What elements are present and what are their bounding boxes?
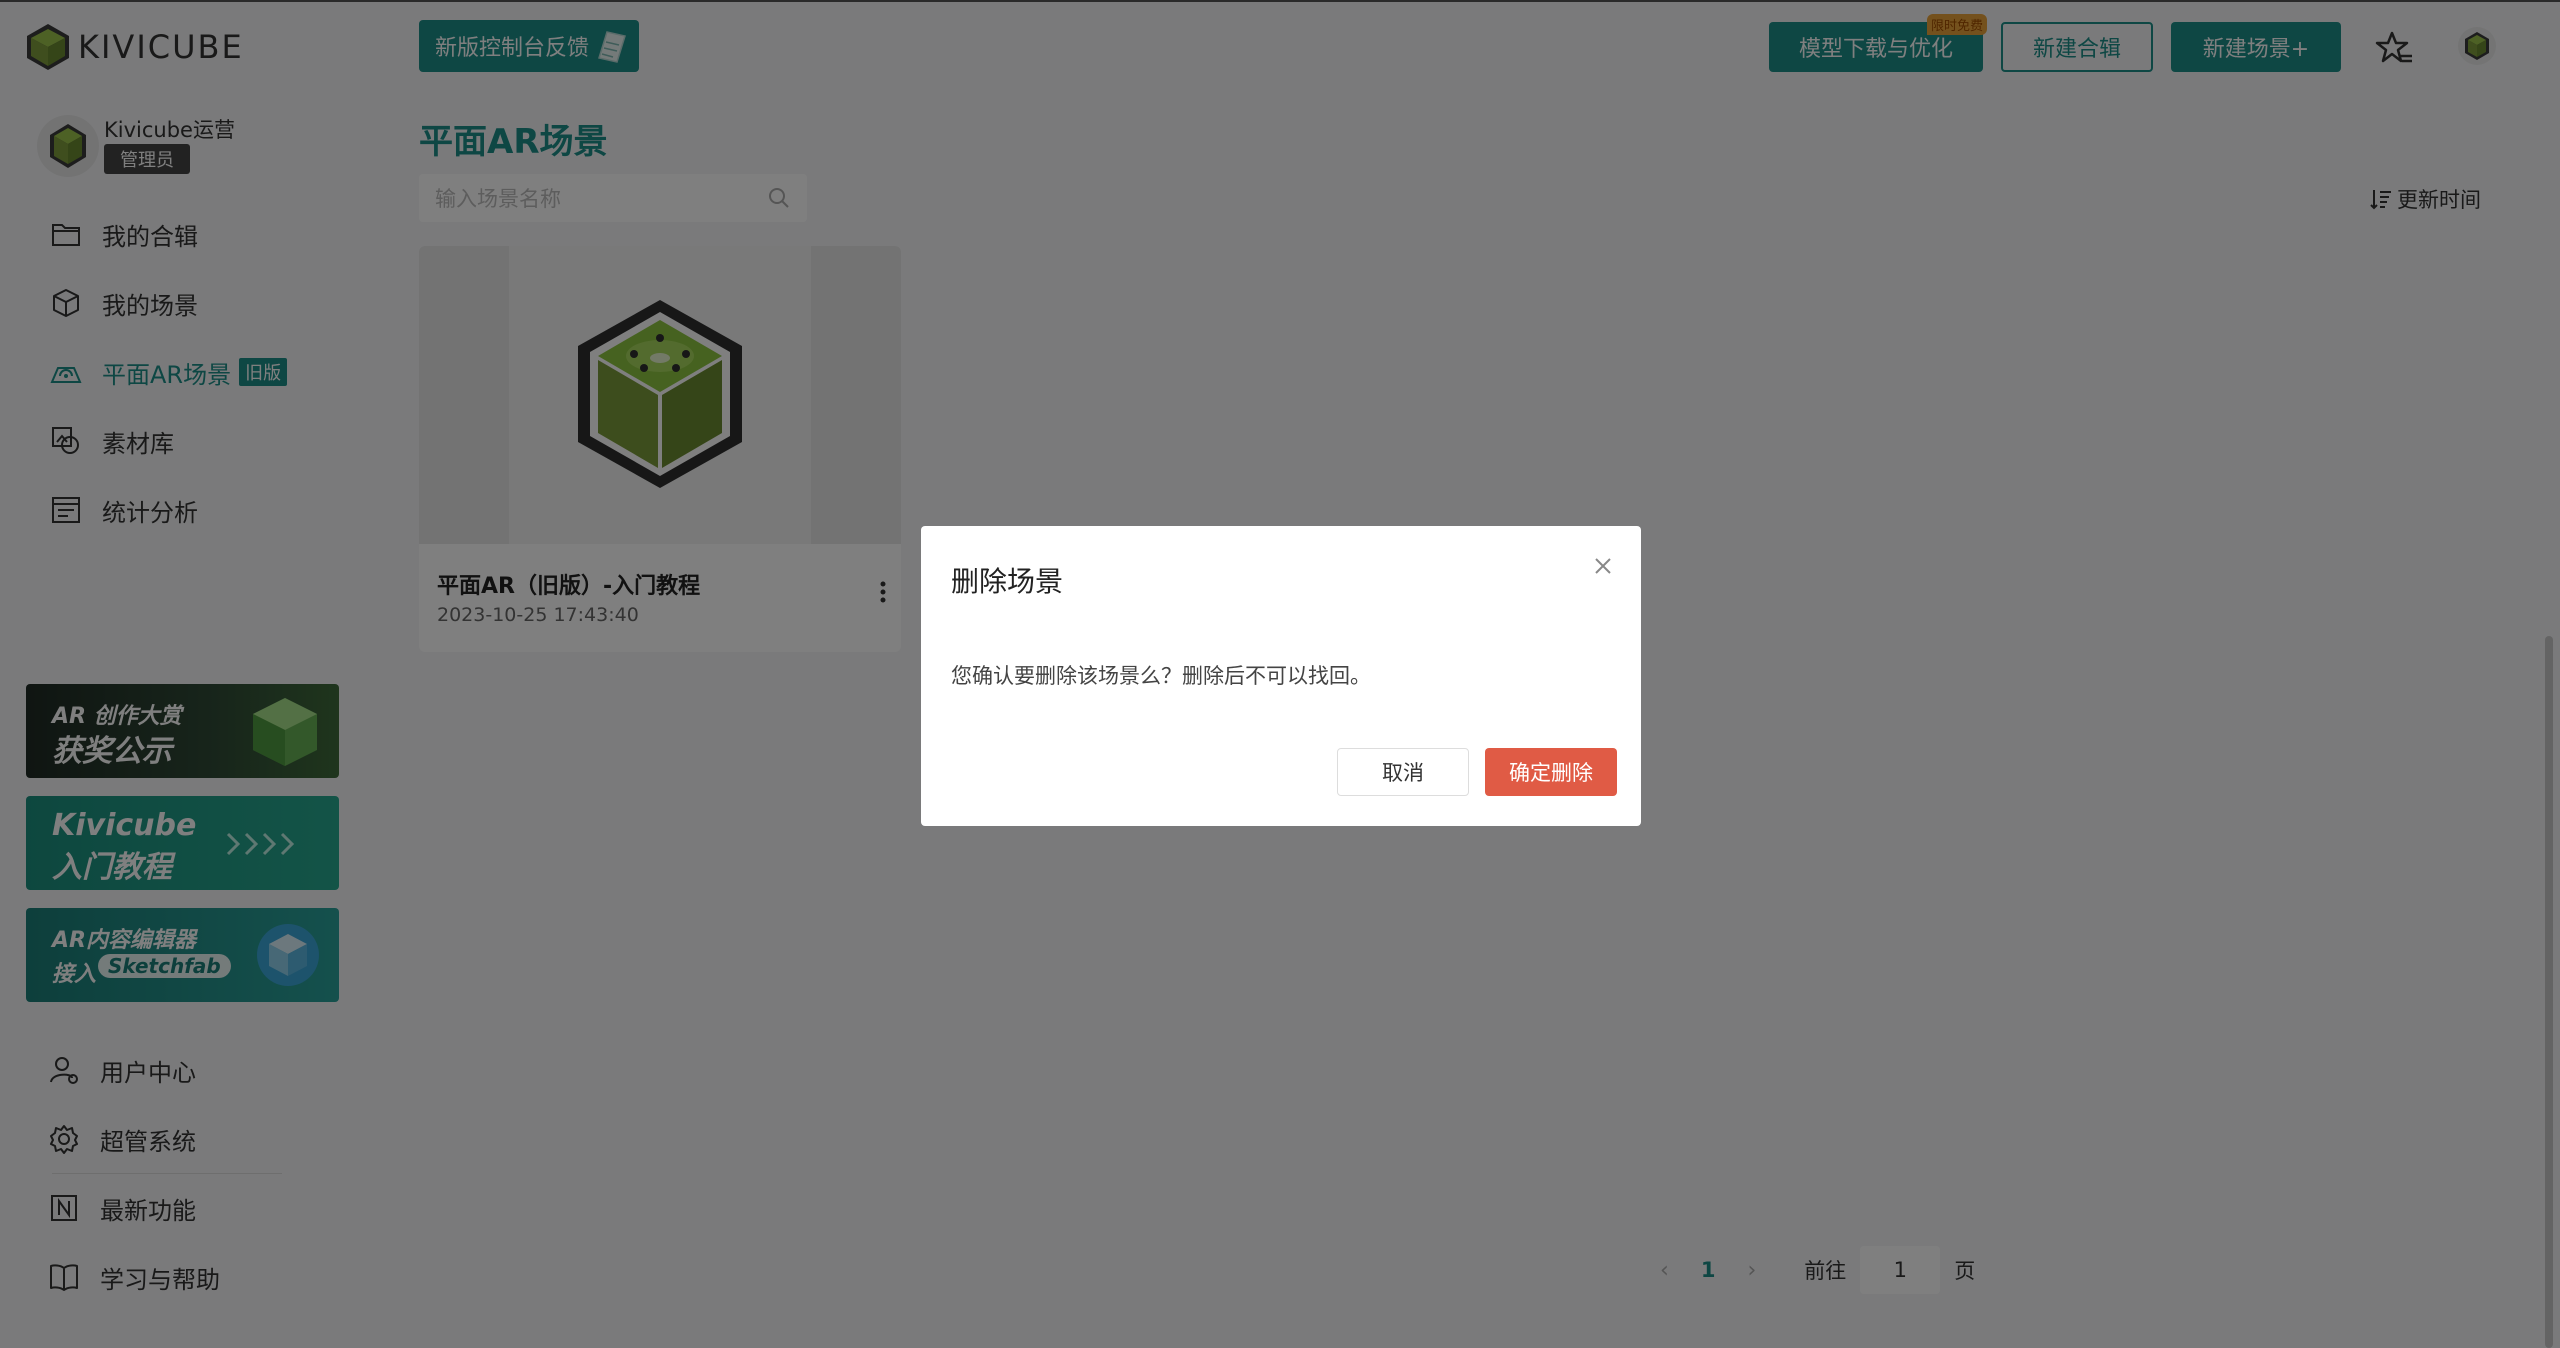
app-root: KIVICUBE 新版控制台反馈 模型下载与优化 限时免费 新建合辑 新建场景+ <box>0 0 2560 1348</box>
delete-scene-dialog: 删除场景 您确认要删除该场景么？删除后不可以找回。 取消 确定删除 <box>921 526 1641 826</box>
dialog-message: 您确认要删除该场景么？删除后不可以找回。 <box>951 664 1371 688</box>
close-icon[interactable] <box>1591 554 1615 578</box>
dialog-title: 删除场景 <box>951 565 1064 598</box>
cancel-button[interactable]: 取消 <box>1337 748 1469 796</box>
confirm-delete-button[interactable]: 确定删除 <box>1485 748 1617 796</box>
